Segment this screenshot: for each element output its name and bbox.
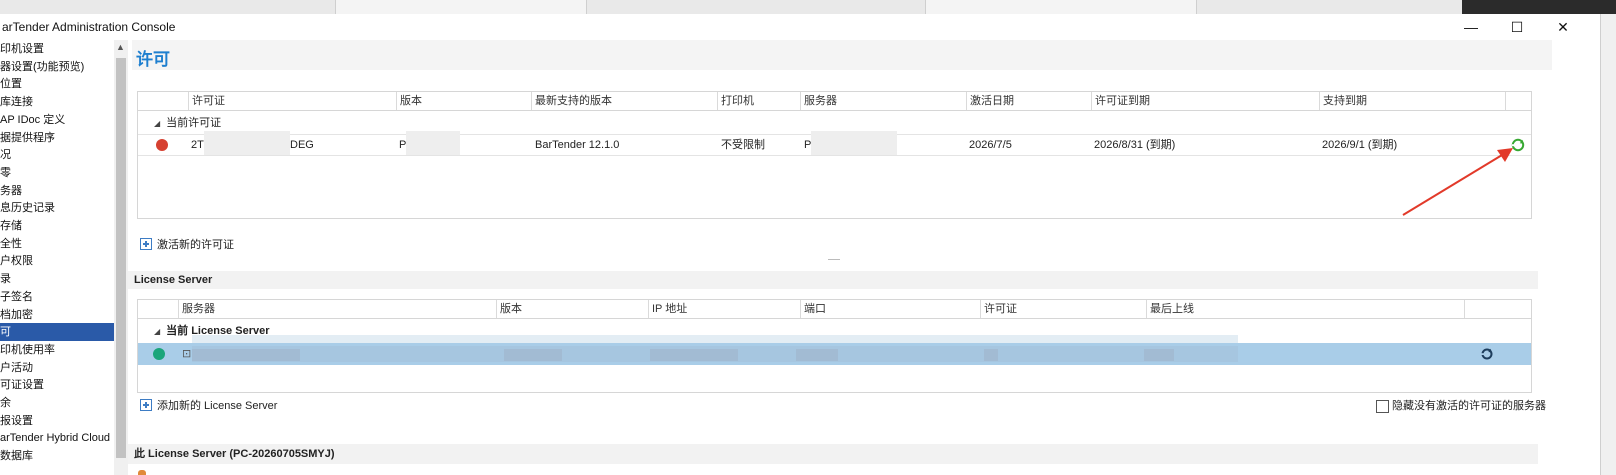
license-key-tail: DEG — [290, 139, 314, 151]
server-icon: ⊡ — [182, 348, 192, 360]
column-header-version[interactable]: 版本 — [496, 300, 648, 318]
redacted-area — [406, 131, 460, 155]
sidebar-item[interactable]: 印机使用率 — [0, 341, 114, 359]
column-header-last-online[interactable]: 最后上线 — [1146, 300, 1464, 318]
navigation-sidebar: 印机设置 器设置(功能预览) 位置 库连接 AP IDoc 定义 据提供程序况零务器 息历史… — [0, 40, 114, 475]
license-table-header: 许可证 版本 最新支持的版本 打印机 服务器 激活日期 许可证到期 支持到期 — [138, 92, 1531, 111]
redacted-area — [504, 349, 562, 361]
sidebar-item[interactable]: 印机设置 — [0, 40, 114, 58]
this-license-server-section-header: 此 License Server (PC-20260705SMYJ) — [128, 444, 1538, 464]
sidebar-item[interactable]: AP IDoc 定义 — [0, 111, 114, 129]
column-header-server[interactable]: 服务器 — [800, 92, 966, 110]
column-header-license[interactable]: 许可证 — [188, 92, 396, 110]
admin-console-window: arTender Administration Console — ☐ ✕ 印机… — [0, 14, 1601, 475]
column-header-edition[interactable]: 版本 — [396, 92, 531, 110]
checkbox-box[interactable] — [1376, 400, 1389, 413]
status-icon — [138, 470, 146, 475]
add-license-server-button[interactable]: 添加新的 License Server — [140, 398, 277, 414]
license-row[interactable]: 2T DEG P BarTender 12.1.0 不受限制 P 2026/7/… — [138, 131, 1531, 156]
background-window-edge — [335, 0, 587, 14]
redacted-area — [204, 131, 290, 155]
column-header-port[interactable]: 端口 — [800, 300, 980, 318]
license-server-table: 服务器 版本 IP 地址 端口 许可证 最后上线 ◢ 当前 License Ser… — [137, 299, 1532, 393]
sidebar-item[interactable]: 库连接 — [0, 93, 114, 111]
group-current-licenses[interactable]: ◢ 当前许可证 — [138, 114, 221, 132]
group-label: 当前许可证 — [166, 117, 222, 129]
sidebar-item[interactable]: 可证设置 — [0, 376, 114, 394]
license-server-section-header: License Server — [128, 271, 1538, 289]
close-button[interactable]: ✕ — [1540, 14, 1586, 40]
checkbox-label: 隐藏没有激活的许可证的服务器 — [1392, 400, 1546, 412]
license-key: 2T — [191, 139, 204, 151]
sidebar-item[interactable]: 息历史记录 — [0, 199, 114, 217]
column-header-ip-address[interactable]: IP 地址 — [648, 300, 800, 318]
background-app-strip — [0, 0, 1616, 14]
sidebar-item[interactable]: 器设置(功能预览) — [0, 58, 114, 76]
background-window-edge — [925, 0, 1197, 14]
redacted-area — [650, 349, 738, 361]
column-header-latest-version[interactable]: 最新支持的版本 — [531, 92, 717, 110]
sidebar-item[interactable]: 户权限 — [0, 252, 114, 270]
window-title: arTender Administration Console — [2, 20, 176, 34]
sidebar-item[interactable]: 零 — [0, 164, 114, 182]
activate-license-button[interactable]: 激活新的许可证 — [140, 237, 234, 253]
support-expiry: 2026/9/1 (到期) — [1322, 139, 1398, 151]
hide-inactive-servers-checkbox[interactable]: 隐藏没有激活的许可证的服务器 — [1376, 398, 1546, 414]
sidebar-item[interactable]: 况 — [0, 146, 114, 164]
collapse-triangle-icon[interactable]: ◢ — [154, 327, 160, 336]
redacted-area — [1144, 349, 1174, 361]
license-expiry: 2026/8/31 (到期) — [1094, 139, 1176, 151]
minimize-button[interactable]: — — [1448, 14, 1494, 40]
column-header-license-expiry[interactable]: 许可证到期 — [1091, 92, 1319, 110]
page-heading: 许可 — [132, 40, 1552, 70]
sidebar-item[interactable]: 位置 — [0, 75, 114, 93]
page-title: 许可 — [136, 50, 170, 69]
column-header-activation-date[interactable]: 激活日期 — [966, 92, 1091, 110]
sidebar-item[interactable]: 存储 — [0, 217, 114, 235]
license-server-row[interactable]: ⊡ — [138, 343, 1531, 365]
sidebar-item[interactable]: 档加密 — [0, 306, 114, 324]
main-panel: 许可 许可证 版本 最新支持的版本 打印机 服务器 激活日期 许可证到期 支持到… — [128, 40, 1600, 475]
splitter-handle[interactable] — [828, 259, 840, 260]
sidebar-item[interactable]: 录 — [0, 270, 114, 288]
column-header-support-expiry[interactable]: 支持到期 — [1319, 92, 1505, 110]
redacted-area — [796, 349, 838, 361]
sidebar-item[interactable]: 全性 — [0, 235, 114, 253]
sidebar-item[interactable]: arTender Hybrid Cloud — [0, 429, 114, 447]
sidebar-item[interactable]: 务器 — [0, 182, 114, 200]
server-status-icon — [153, 348, 165, 360]
collapse-triangle-icon[interactable]: ◢ — [154, 119, 160, 128]
license-server-table-header: 服务器 版本 IP 地址 端口 许可证 最后上线 — [138, 300, 1531, 319]
column-header-printers[interactable]: 打印机 — [717, 92, 800, 110]
scrollbar-thumb[interactable] — [116, 58, 126, 458]
sidebar-item[interactable]: 子签名 — [0, 288, 114, 306]
latest-version: BarTender 12.1.0 — [535, 139, 620, 151]
column-header-actions — [1464, 300, 1531, 318]
sidebar-item[interactable]: 可 — [0, 323, 114, 342]
sidebar-item[interactable]: 据提供程序 — [0, 129, 114, 147]
title-bar: arTender Administration Console — ☐ ✕ — [0, 14, 1600, 40]
add-icon — [140, 238, 152, 250]
scroll-up-icon[interactable]: ▲ — [116, 42, 125, 52]
column-header-actions — [1505, 92, 1531, 110]
redacted-area — [984, 349, 998, 361]
sidebar-item[interactable]: 报设置 — [0, 412, 114, 430]
license-status-icon — [156, 139, 168, 151]
sidebar-scrollbar[interactable]: ▲ — [114, 40, 128, 475]
license-table: 许可证 版本 最新支持的版本 打印机 服务器 激活日期 许可证到期 支持到期 ◢… — [137, 91, 1532, 219]
activation-date: 2026/7/5 — [969, 139, 1012, 151]
printer-count: 不受限制 — [721, 139, 765, 151]
annotation-arrow — [1402, 148, 1513, 216]
sidebar-item[interactable]: 数据库 — [0, 447, 114, 465]
redacted-area — [192, 349, 300, 361]
redacted-area — [811, 131, 897, 155]
refresh-server-icon[interactable] — [1480, 347, 1494, 364]
sidebar-item[interactable]: 户活动 — [0, 359, 114, 377]
maximize-button[interactable]: ☐ — [1494, 14, 1540, 40]
column-header-server[interactable]: 服务器 — [178, 300, 496, 318]
add-icon — [140, 399, 152, 411]
column-header-license[interactable]: 许可证 — [980, 300, 1146, 318]
sidebar-item[interactable]: 余 — [0, 394, 114, 412]
